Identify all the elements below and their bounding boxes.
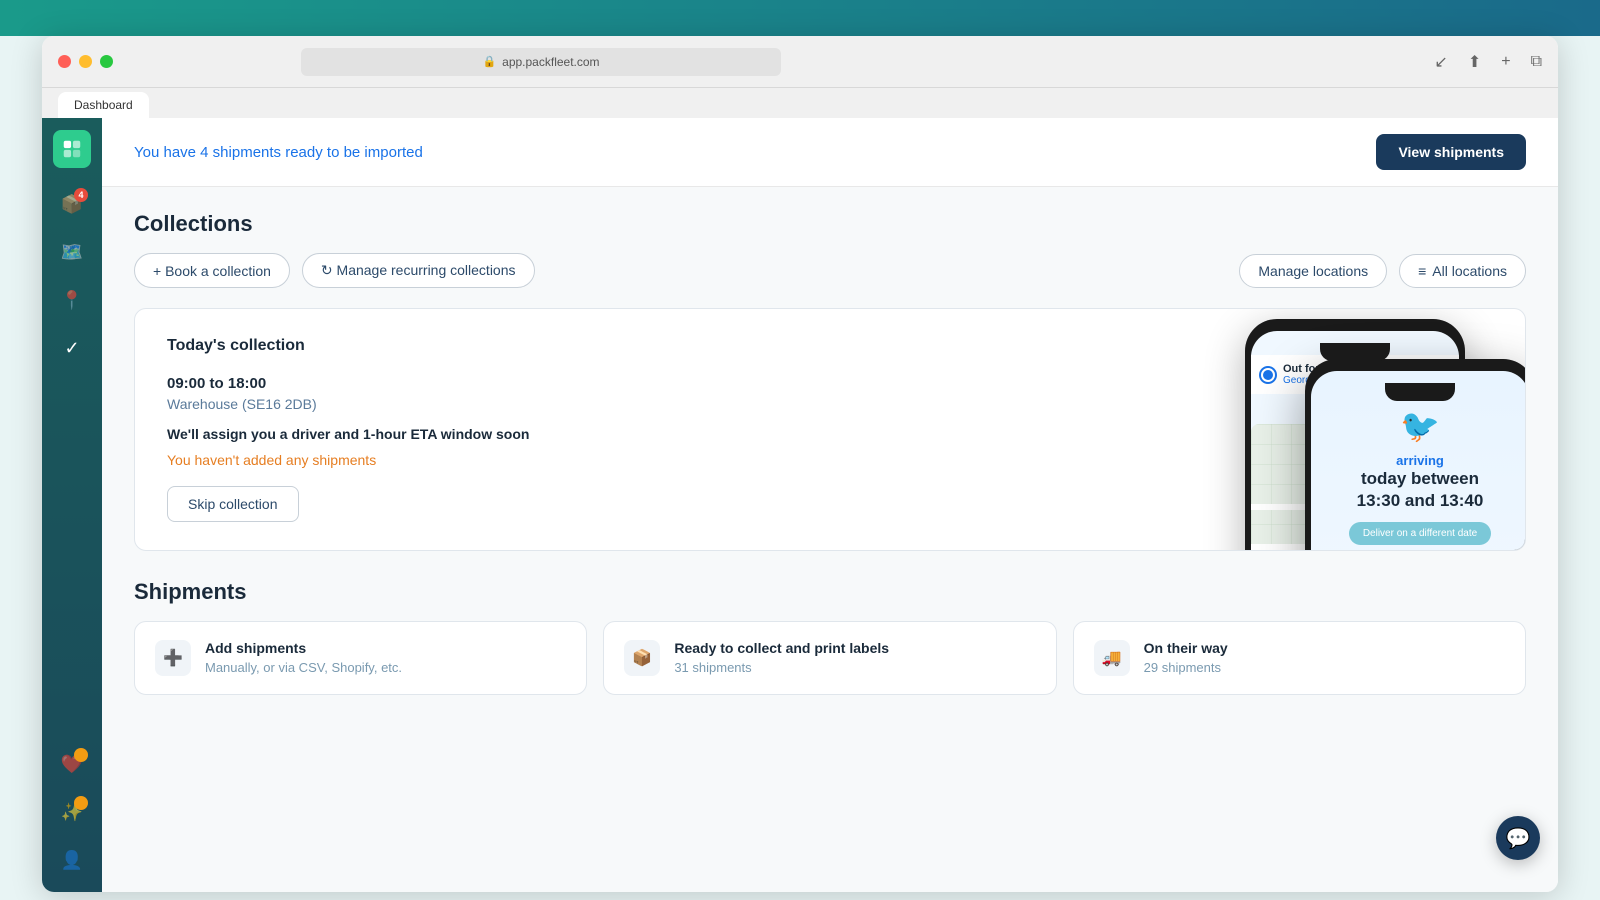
app-logo[interactable] — [53, 130, 91, 168]
shipments-grid: ➕ Add shipments Manually, or via CSV, Sh… — [134, 621, 1526, 695]
collection-eta-message: We'll assign you a driver and 1-hour ETA… — [167, 426, 807, 442]
check-icon: ✓ — [64, 338, 79, 359]
arriving-label: arriving — [1396, 453, 1444, 468]
on-their-way-card[interactable]: 🚚 On their way 29 shipments — [1073, 621, 1526, 695]
collection-location: Warehouse (SE16 2DB) — [167, 396, 807, 412]
view-shipments-button[interactable]: View shipments — [1376, 134, 1526, 170]
collections-toolbar: + Book a collection ↻ Manage recurring c… — [134, 253, 1526, 288]
ready-to-collect-icon: 📦 — [624, 640, 660, 676]
toolbar-left: + Book a collection ↻ Manage recurring c… — [134, 253, 535, 288]
chat-bubble-button[interactable]: 💬 — [1496, 816, 1540, 860]
ready-to-collect-sub: 31 shipments — [674, 660, 889, 675]
phone-front: 🐦 arriving today between13:30 and 13:40 … — [1305, 359, 1526, 551]
bird-icon: 🐦 — [1400, 407, 1440, 445]
location-icon: 📍 — [61, 290, 83, 311]
manage-recurring-button[interactable]: ↻ Manage recurring collections — [302, 253, 535, 288]
main-content: You have 4 shipments ready to be importe… — [102, 118, 1558, 892]
on-their-way-sub: 29 shipments — [1144, 660, 1228, 675]
todays-collection-card: Today's collection 09:00 to 18:00 Wareho… — [134, 308, 1526, 551]
browser-controls: ↙ ⬆ + ⧉ — [1434, 52, 1542, 72]
traffic-light-yellow[interactable] — [79, 55, 92, 68]
no-shipments-warning: You haven't added any shipments — [167, 452, 807, 468]
sidebar-item-heart[interactable]: ❤️ — [52, 744, 92, 784]
url-text: app.packfleet.com — [502, 55, 599, 69]
import-message: You have 4 shipments ready to be importe… — [134, 144, 423, 161]
shipments-title: Shipments — [134, 579, 1526, 605]
ready-to-collect-card[interactable]: 📦 Ready to collect and print labels 31 s… — [603, 621, 1056, 695]
add-shipments-card[interactable]: ➕ Add shipments Manually, or via CSV, Sh… — [134, 621, 587, 695]
traffic-light-green[interactable] — [100, 55, 113, 68]
sidebar-item-account[interactable]: 👤 — [52, 840, 92, 880]
sidebar-item-locations[interactable]: 📍 — [52, 280, 92, 320]
add-shipments-title: Add shipments — [205, 640, 402, 656]
all-locations-button[interactable]: ≡ All locations — [1399, 254, 1526, 288]
deliver-different-date-button[interactable]: Deliver on a different date — [1349, 522, 1491, 545]
address-bar[interactable]: 🔒 app.packfleet.com — [301, 48, 781, 76]
sidebar-item-shipments[interactable]: 📦 4 — [52, 184, 92, 224]
toolbar-right: Manage locations ≡ All locations — [1239, 254, 1526, 288]
import-banner: You have 4 shipments ready to be importe… — [102, 118, 1558, 187]
collections-title: Collections — [134, 211, 1526, 237]
manage-locations-button[interactable]: Manage locations — [1239, 254, 1387, 288]
skip-collection-button[interactable]: Skip collection — [167, 486, 299, 522]
arriving-time: today between13:30 and 13:40 — [1357, 468, 1484, 512]
sparkle-badge — [74, 796, 88, 810]
book-collection-button[interactable]: + Book a collection — [134, 253, 290, 288]
phone-mockups: Out for delivery Georgia is 17 mins away — [965, 308, 1525, 551]
routes-icon: 🗺️ — [61, 242, 83, 263]
ready-to-collect-title: Ready to collect and print labels — [674, 640, 889, 656]
shipments-badge: 4 — [74, 188, 88, 202]
filter-icon: ≡ — [1418, 263, 1426, 279]
traffic-light-red[interactable] — [58, 55, 71, 68]
collection-time: 09:00 to 18:00 — [167, 375, 807, 392]
add-shipments-sub: Manually, or via CSV, Shopify, etc. — [205, 660, 402, 675]
sidebar-item-check[interactable]: ✓ — [52, 328, 92, 368]
chat-icon: 💬 — [1506, 826, 1531, 851]
tab-dashboard[interactable]: Dashboard — [58, 92, 149, 118]
on-their-way-title: On their way — [1144, 640, 1228, 656]
on-their-way-icon: 🚚 — [1094, 640, 1130, 676]
account-icon: 👤 — [61, 850, 83, 871]
sidebar-item-routes[interactable]: 🗺️ — [52, 232, 92, 272]
heart-badge — [74, 748, 88, 762]
sidebar: 📦 4 🗺️ 📍 ✓ ❤️ ✨ 👤 — [42, 118, 102, 892]
shipments-section: Shipments ➕ Add shipments Manually, or v… — [134, 579, 1526, 695]
add-shipments-icon: ➕ — [155, 640, 191, 676]
tab-bar: Dashboard — [42, 88, 1558, 118]
sidebar-item-sparkle[interactable]: ✨ — [52, 792, 92, 832]
